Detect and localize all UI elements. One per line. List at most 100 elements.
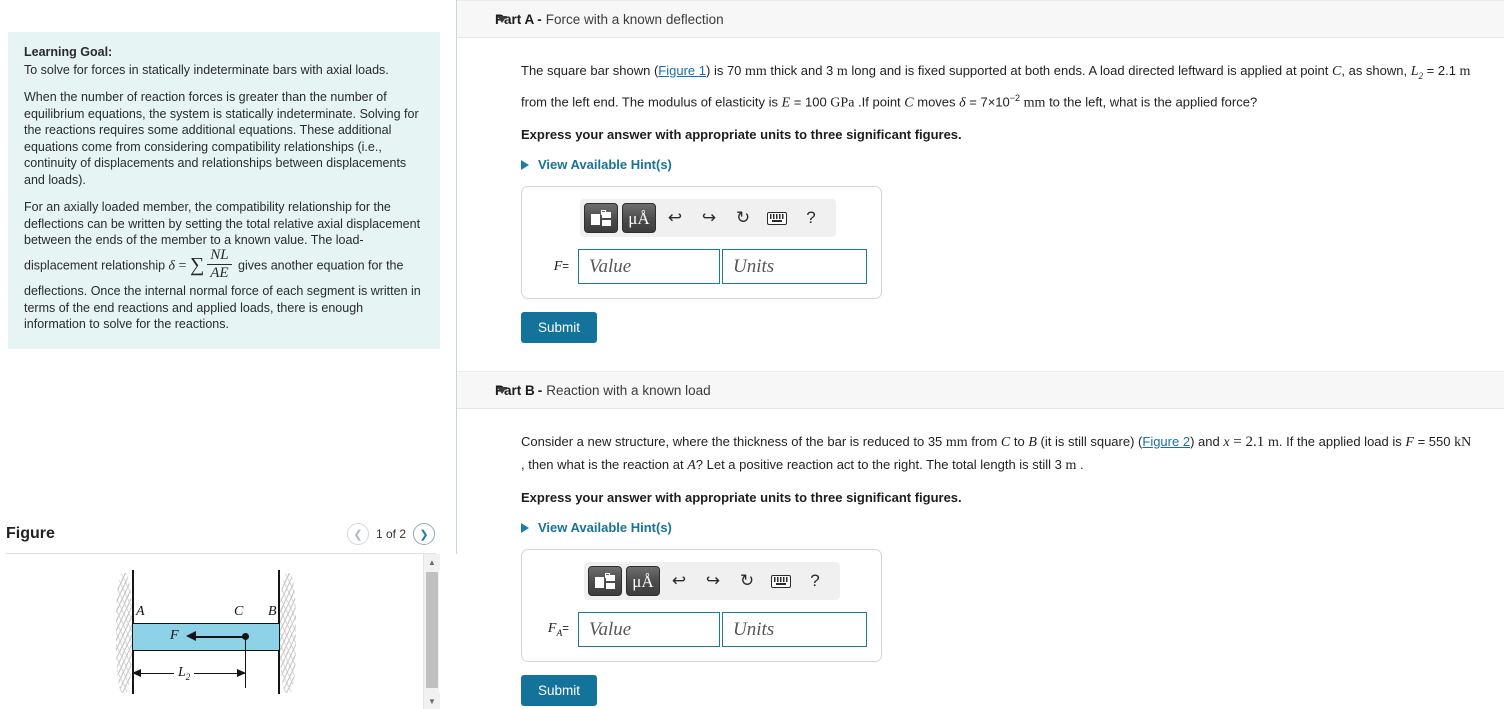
dimension-label-subscript: 2 (185, 671, 191, 682)
right-panel: Part A - Force with a known deflection T… (457, 0, 1504, 709)
part-a-submit-button[interactable]: Submit (521, 312, 598, 344)
part-b-units-input[interactable]: Units (722, 612, 867, 648)
part-b-answer-row: FA= Value Units (536, 612, 867, 648)
undo-icon[interactable]: ↩ (664, 567, 694, 595)
redo-icon[interactable]: ↪ (698, 567, 728, 595)
diagram-label-b: B (268, 604, 277, 619)
part-b-question: Consider a new structure, where the thic… (521, 434, 1472, 474)
learning-goal-paragraph-2: When the number of reaction forces is gr… (24, 90, 419, 187)
chevron-left-icon: ❮ (353, 528, 363, 541)
figure-prev-button[interactable]: ❮ (346, 523, 369, 545)
point-c-extension-line (245, 634, 247, 688)
part-b-units-button-label: μÅ (632, 571, 654, 591)
caret-down-icon[interactable] (497, 386, 507, 394)
math-unit: m (836, 64, 848, 79)
math-variable: C (904, 95, 914, 111)
math-template-icon[interactable] (584, 203, 618, 234)
math-variable: C (1000, 435, 1011, 451)
part-a-answer-row: F= Value Units (536, 249, 867, 285)
units-icon[interactable]: μÅ (622, 203, 656, 234)
part-b-instruction: Express your answer with appropriate uni… (521, 490, 962, 506)
caret-down-icon[interactable] (497, 15, 507, 23)
math-unit: GPa (830, 95, 855, 111)
math-exponent: −2 (1009, 92, 1021, 103)
dimension-label-l2: L2 (174, 665, 195, 682)
part-a-section: Part A - Force with a known deflection T… (457, 0, 1504, 344)
part-a-hints-label: View Available Hint(s) (538, 157, 672, 173)
math-variable: A (687, 458, 696, 474)
part-a-instruction: Express your answer with appropriate uni… (521, 127, 962, 143)
triangle-up-icon[interactable]: ▲ (424, 554, 440, 570)
learning-goal-title: Learning Goal: (24, 45, 113, 59)
part-a-var-base: F (553, 258, 563, 274)
part-a-units-input[interactable]: Units (722, 249, 867, 285)
units-icon[interactable]: μÅ (626, 566, 660, 597)
math-unit: mm (1023, 95, 1046, 111)
redo-icon[interactable]: ↪ (694, 204, 724, 232)
page-root: Learning Goal: To solve for forces in st… (0, 0, 1504, 709)
left-support-hatching (116, 573, 132, 693)
part-a-variable-label: F= (536, 259, 578, 275)
part-a-units-placeholder: Units (733, 255, 775, 277)
scrollbar-thumb[interactable] (426, 572, 438, 688)
force-arrow-line (194, 636, 246, 638)
diagram-label-f: F (170, 628, 179, 643)
math-unit: mm (745, 64, 767, 79)
figure-link[interactable]: Figure 1 (658, 63, 706, 78)
figure-scrollbar[interactable]: ▲ ▼ (423, 554, 440, 709)
part-a-header[interactable]: Part A - Force with a known deflection (457, 0, 1504, 38)
diagram-label-a: A (136, 604, 145, 619)
dimension-arrowhead-right-icon (237, 668, 246, 677)
caret-right-icon (521, 522, 529, 533)
learning-goal-paragraph-3: For an axially loaded member, the compat… (24, 199, 424, 333)
caret-right-icon (521, 159, 529, 170)
delta-symbol: δ (168, 258, 176, 274)
part-b-units-placeholder: Units (733, 618, 775, 640)
part-a-answer-box: μÅ ↩ ↪ ↻ ? F= Value Units (521, 186, 882, 300)
part-b-value-input[interactable]: Value (578, 612, 720, 648)
figure-link[interactable]: Figure 2 (1142, 434, 1190, 449)
math-unit: kN (1454, 435, 1472, 451)
figure-title: Figure (6, 525, 55, 542)
part-b-body: Consider a new structure, where the thic… (457, 409, 1504, 707)
math-unit: m (1459, 64, 1471, 79)
part-a-question: The square bar shown (Figure 1) is 70 mm… (521, 63, 1471, 111)
part-b-submit-button[interactable]: Submit (521, 675, 598, 707)
math-unit: m (1065, 458, 1077, 474)
figure-next-button[interactable]: ❯ (413, 523, 435, 545)
part-a-units-button-label: μÅ (628, 208, 650, 228)
left-panel: Learning Goal: To solve for forces in st… (0, 0, 457, 709)
learning-goal-paragraph-1: To solve for forces in statically indete… (24, 62, 389, 77)
part-a-value-input[interactable]: Value (578, 249, 720, 285)
part-a-var-equals: = (562, 260, 569, 273)
help-icon[interactable]: ? (796, 204, 826, 232)
math-quantity: = 2.1 (1229, 434, 1269, 451)
math-unit: m (1268, 435, 1279, 451)
part-b-hints-toggle[interactable]: View Available Hint(s) (521, 520, 1486, 535)
part-a-body: The square bar shown (Figure 1) is 70 mm… (457, 38, 1504, 344)
math-variable: δ (959, 95, 966, 111)
part-a-hints-toggle[interactable]: View Available Hint(s) (521, 157, 1486, 172)
chevron-right-icon: ❯ (419, 528, 429, 541)
undo-icon[interactable]: ↩ (660, 204, 690, 232)
nl-ae-fraction: NL AE (207, 247, 232, 283)
math-variable: B (1028, 435, 1037, 451)
math-variable-subscripted: L2 (1410, 64, 1424, 81)
math-variable: E (781, 95, 791, 111)
part-b-math-toolbar: μÅ ↩ ↪ ↻ ? (584, 562, 840, 601)
reset-icon[interactable]: ↻ (728, 204, 758, 232)
dimension-label-base: L (178, 665, 186, 680)
right-support-hatching (280, 573, 296, 693)
learning-goal-box: Learning Goal: To solve for forces in st… (8, 32, 440, 349)
fraction-numerator: NL (207, 247, 232, 266)
reset-icon[interactable]: ↻ (732, 567, 762, 595)
bar-diagram: A C B F L2 (108, 568, 308, 708)
math-unit: mm (945, 435, 968, 451)
keyboard-icon[interactable] (766, 567, 796, 595)
help-icon[interactable]: ? (800, 567, 830, 595)
figure-canvas: A C B F L2 (0, 554, 424, 709)
triangle-down-icon[interactable]: ▼ (424, 693, 440, 709)
math-template-icon[interactable] (588, 566, 622, 597)
keyboard-icon[interactable] (762, 204, 792, 232)
part-b-header[interactable]: Part B - Reaction with a known load (457, 371, 1504, 410)
